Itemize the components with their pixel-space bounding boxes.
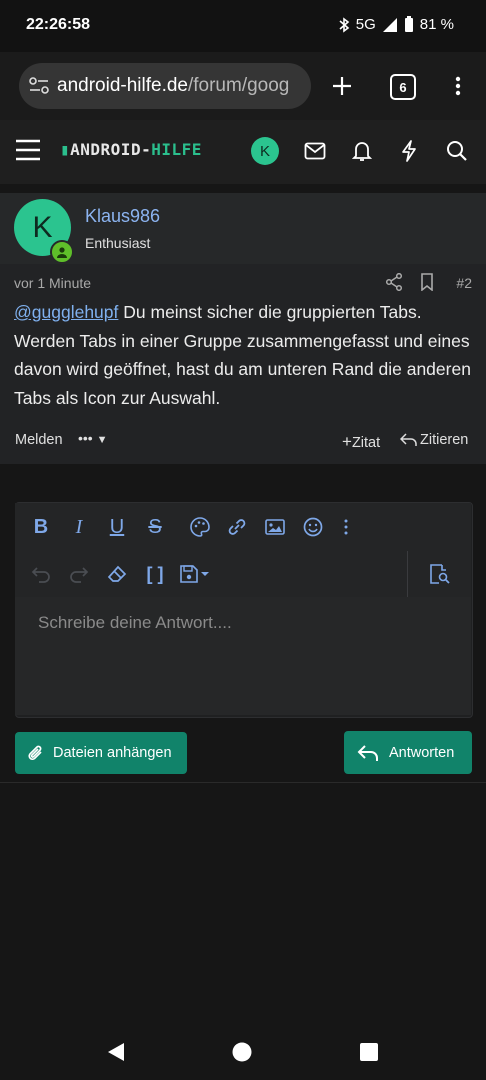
bookmark-icon[interactable] [420,273,434,291]
bold-icon[interactable]: B [28,514,54,540]
author-name[interactable]: Klaus986 [85,206,160,227]
image-icon[interactable] [262,514,288,540]
chevron-down-icon: ▼ [96,434,108,446]
eraser-icon[interactable] [104,561,130,587]
tab-switcher-button[interactable]: 6 [390,74,416,100]
reply-quote-label: Zitieren [420,432,469,448]
post-text: @gugglehupf Du meinst sicher die gruppie… [14,298,474,412]
logo-text-1: ANDROID- [70,140,152,159]
logo-text-2: HILFE [151,140,202,159]
submit-reply-label: Antworten [389,744,455,761]
editor-toolbar-row-1: B I U S [15,503,471,551]
toolbar-divider [407,551,408,597]
submit-reply-button[interactable]: Antworten [344,731,472,774]
code-brackets-icon[interactable]: [ ] [142,561,168,587]
recents-icon[interactable] [360,1043,378,1061]
network-label: 5G [355,16,376,33]
author-title: Enthusiast [85,235,151,251]
battery-label: 81 % [419,16,454,33]
redo-icon[interactable] [66,561,92,587]
post-number[interactable]: #2 [456,275,472,291]
lightning-icon[interactable] [396,138,422,164]
share-icon[interactable] [385,273,403,291]
system-nav-bar [0,1020,486,1080]
online-status-icon [50,240,74,264]
divider [0,782,486,783]
browser-menu-icon[interactable] [446,74,470,98]
preview-icon[interactable] [426,561,452,587]
paperclip-icon [28,745,42,761]
reply-arrow-icon [357,744,378,761]
avatar-letter: K [259,142,270,160]
link-icon[interactable] [224,514,250,540]
more-actions-button[interactable]: ••• ▼ [78,430,108,446]
color-palette-icon[interactable] [187,514,213,540]
android-logo-icon: ▮ [60,140,71,159]
tab-count: 6 [399,79,407,95]
url-host: android-hilfe.de [57,75,188,96]
new-tab-icon[interactable] [330,74,354,98]
url-text[interactable]: android-hilfe.de/forum/goog [57,75,307,97]
status-icons: 5G 81 % [338,16,454,33]
underline-icon[interactable]: U [104,514,130,540]
mention-link[interactable]: @gugglehupf [14,302,118,322]
strikethrough-icon[interactable]: S [142,514,168,540]
url-path: /forum/goog [187,75,290,96]
search-icon[interactable] [444,138,470,164]
quote-label: Zitat [351,435,381,451]
back-icon[interactable] [106,1042,126,1062]
attach-files-label: Dateien anhängen [53,745,172,761]
battery-icon [404,16,413,32]
emoji-icon[interactable] [300,514,326,540]
url-bar[interactable]: android-hilfe.de/forum/goog [19,63,311,109]
editor-toolbar-row-2: [ ] [15,551,471,597]
report-button[interactable]: Melden [15,432,63,448]
signal-icon [382,17,397,32]
attach-files-button[interactable]: Dateien anhängen [15,732,187,774]
reply-icon [400,433,417,446]
undo-icon[interactable] [28,561,54,587]
bell-icon[interactable] [349,138,375,164]
plus-icon: + [342,432,352,451]
italic-icon[interactable]: I [66,514,92,540]
post-time[interactable]: vor 1 Minute [14,275,91,291]
hamburger-menu-icon[interactable] [15,138,41,162]
inbox-icon[interactable] [302,138,328,164]
bluetooth-icon [339,16,350,33]
save-draft-icon[interactable] [177,561,213,587]
status-bar: 22:26:58 5G 81 % [0,0,486,52]
more-label: ••• [78,430,93,446]
quote-button[interactable]: +Zitat [342,432,380,452]
reply-quote-button[interactable]: Zitieren [400,432,468,448]
reply-placeholder: Schreibe deine Antwort.... [38,613,232,632]
more-tools-icon[interactable] [333,514,359,540]
user-avatar[interactable]: K [251,137,279,165]
author-avatar-letter: K [32,210,53,244]
site-settings-icon[interactable] [29,77,49,95]
home-icon[interactable] [232,1042,252,1062]
site-logo[interactable]: ▮ANDROID-HILFE [60,140,202,159]
status-time: 22:26:58 [26,16,91,33]
